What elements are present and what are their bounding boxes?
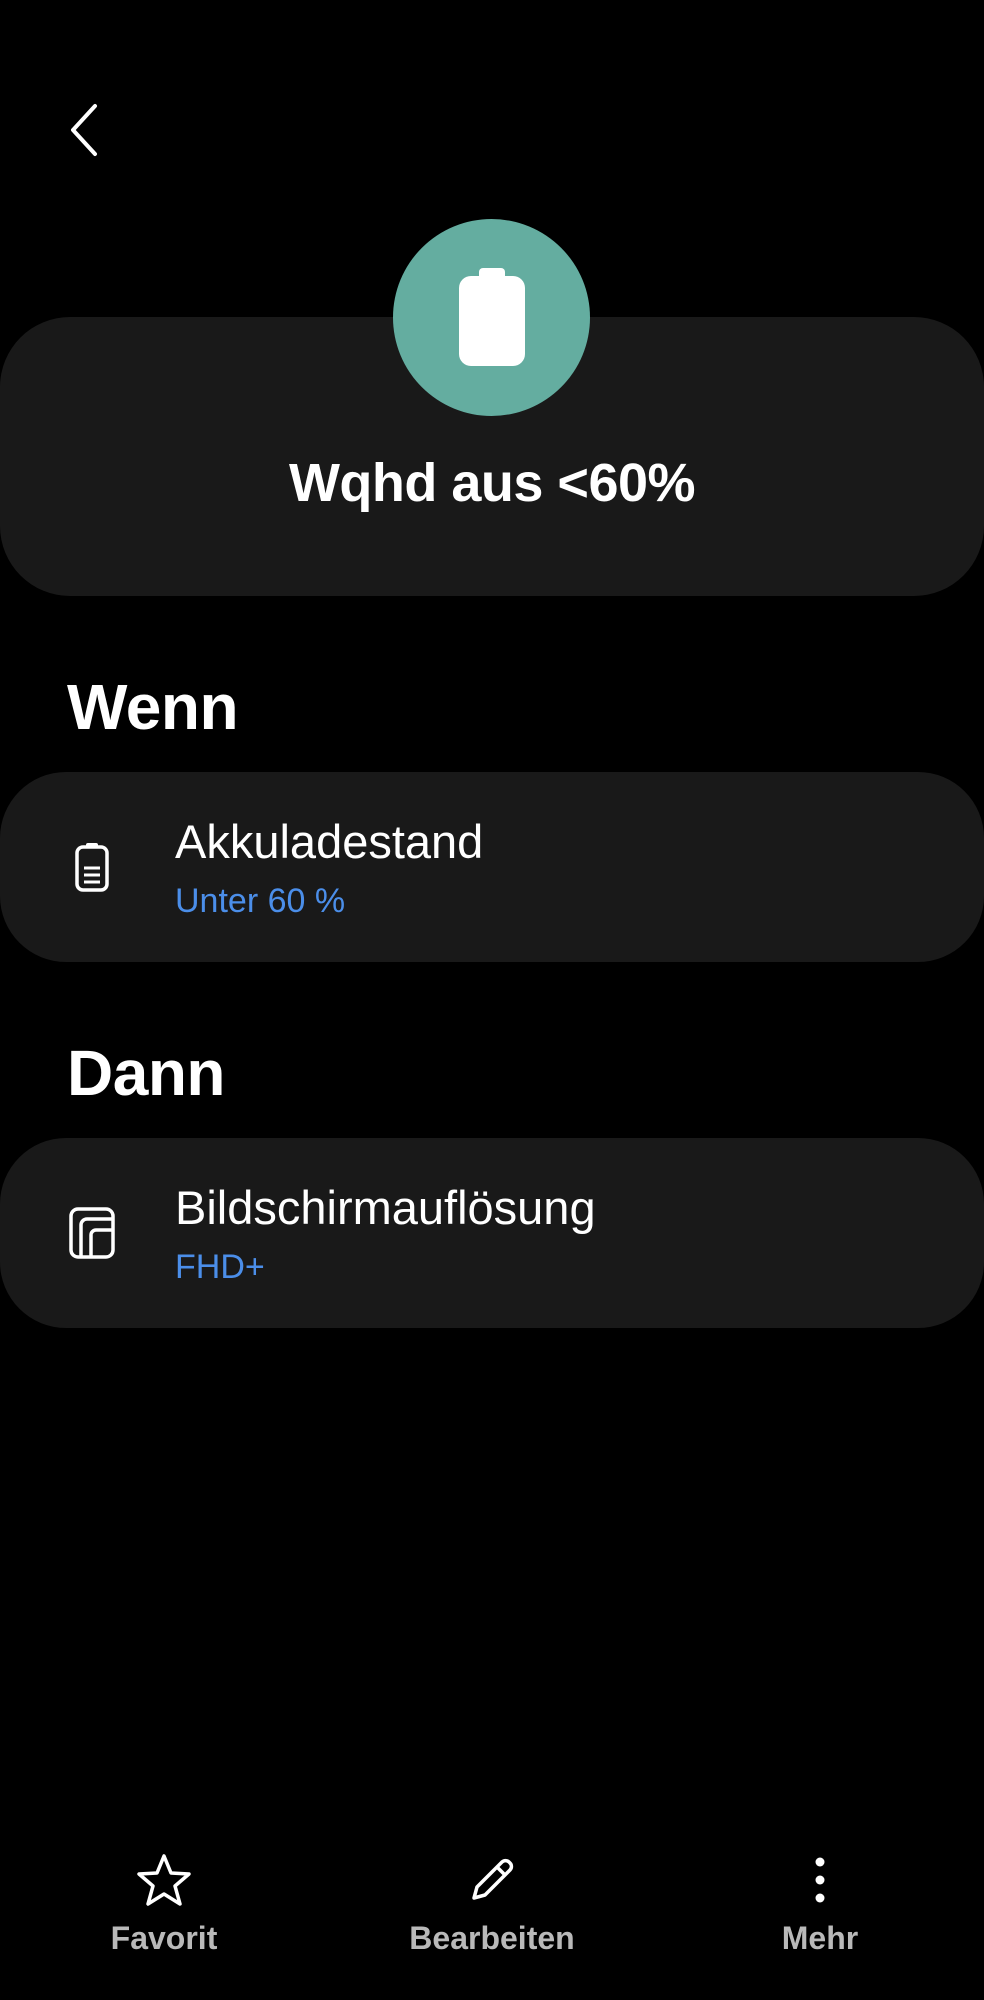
bottom-action-bar: Favorit Bearbeiten Mehr: [0, 1850, 984, 1970]
section-then-label: Dann: [67, 1037, 226, 1109]
routine-icon: [393, 219, 590, 416]
edit-label: Bearbeiten: [409, 1920, 575, 1956]
pencil-icon: [462, 1850, 522, 1910]
action-title: Bildschirmauflösung: [175, 1181, 596, 1234]
condition-title: Akkuladestand: [175, 815, 484, 868]
back-button[interactable]: [60, 96, 108, 164]
favorite-label: Favorit: [110, 1920, 218, 1956]
edit-button[interactable]: Bearbeiten: [402, 1850, 582, 1957]
star-icon: [134, 1850, 194, 1910]
screen-resolution-icon: [64, 1205, 120, 1261]
battery-level-icon: [64, 839, 120, 895]
more-vertical-icon: [790, 1850, 850, 1910]
more-button[interactable]: Mehr: [770, 1850, 870, 1957]
condition-card[interactable]: Akkuladestand Unter 60 %: [0, 772, 984, 962]
back-arrow-icon: [71, 104, 97, 156]
action-card[interactable]: Bildschirmauflösung FHD+: [0, 1138, 984, 1328]
action-value: FHD+: [175, 1248, 265, 1286]
routine-title: Wqhd aus <60%: [288, 453, 696, 513]
battery-icon: [458, 267, 525, 366]
more-label: Mehr: [781, 1920, 859, 1956]
section-when-label: Wenn: [67, 671, 239, 743]
condition-value: Unter 60 %: [175, 882, 346, 920]
favorite-button[interactable]: Favorit: [106, 1850, 222, 1957]
